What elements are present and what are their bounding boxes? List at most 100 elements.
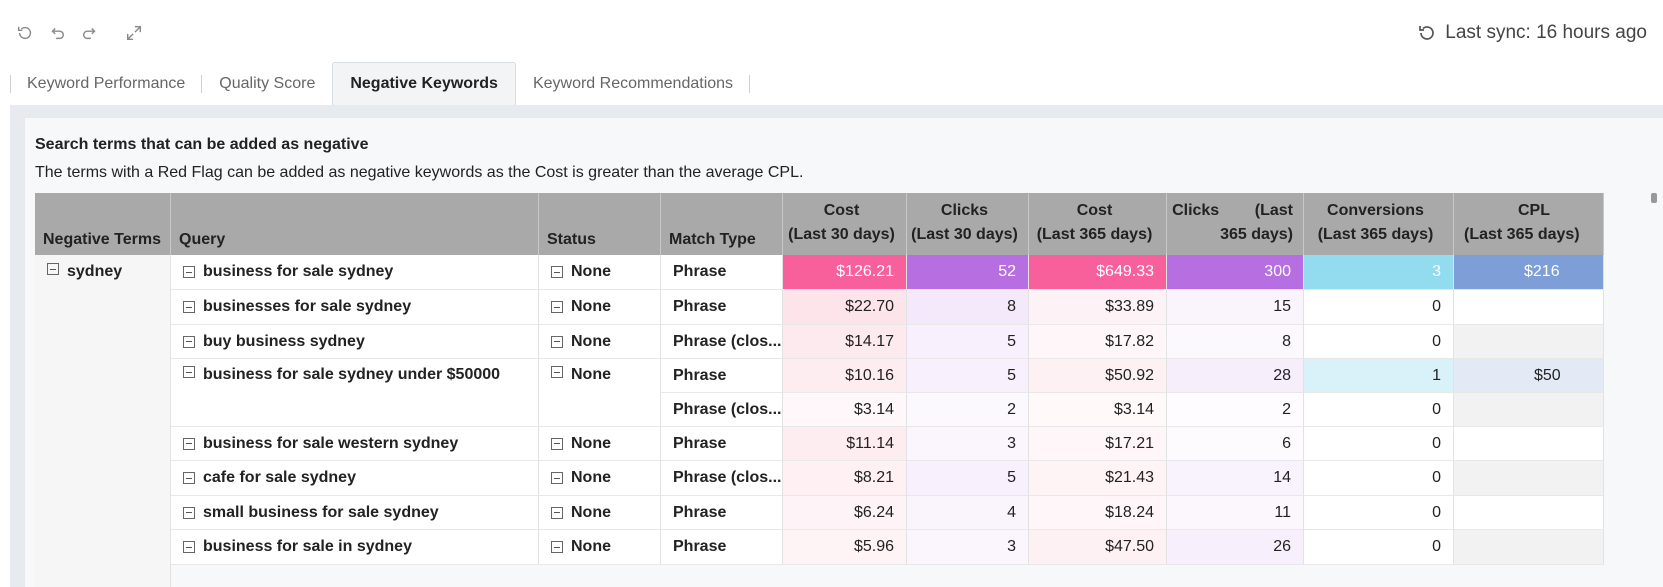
cell-status[interactable] <box>539 393 661 427</box>
tab-keyword-recommendations[interactable]: Keyword Recommendations <box>516 62 751 105</box>
cell-clicks30: 2 <box>907 393 1029 427</box>
cost30-value: $8.21 <box>853 469 894 486</box>
cell-match[interactable]: Phrase <box>661 496 783 530</box>
cell-query[interactable]: small business for sale sydney <box>171 496 539 530</box>
clicks30-value: 5 <box>1007 469 1016 486</box>
collapse-icon[interactable] <box>551 506 563 519</box>
header-cost-365[interactable]: Cost (Last 365 days) <box>1029 193 1167 255</box>
cell-match[interactable]: Phrase (clos... <box>661 461 783 496</box>
collapse-icon[interactable] <box>551 541 563 553</box>
negative-term-group[interactable]: sydney <box>35 255 171 587</box>
collapse-icon[interactable] <box>183 472 195 484</box>
undo-icon[interactable] <box>46 22 68 44</box>
status-value: None <box>571 503 611 521</box>
collapse-icon[interactable] <box>183 335 195 348</box>
collapse-icon[interactable] <box>551 335 563 348</box>
header-negative-terms[interactable]: Negative Terms <box>35 193 171 255</box>
cell-match[interactable]: Phrase <box>661 290 783 325</box>
header-cpl-365[interactable]: CPL (Last 365 days) <box>1454 193 1604 255</box>
expand-icon[interactable] <box>123 22 145 44</box>
cost30-value: $10.16 <box>845 366 894 384</box>
tab-label: Keyword Recommendations <box>532 74 734 92</box>
header-label: Negative Terms <box>43 231 161 248</box>
header-label: (Last 30 days) <box>911 226 1018 243</box>
header-label: (Last 365 days) <box>1464 226 1580 243</box>
cell-clicks30: 52 <box>907 255 1029 290</box>
collapse-icon[interactable] <box>551 301 563 313</box>
clicks30-value: 4 <box>1007 503 1016 521</box>
cell-status[interactable]: None <box>539 359 661 393</box>
collapse-icon[interactable] <box>183 266 195 278</box>
collapse-icon[interactable] <box>47 263 59 275</box>
match-value: Phrase <box>673 366 727 384</box>
header-cost-30[interactable]: Cost (Last 30 days) <box>783 193 907 255</box>
header-clicks-365[interactable]: Clicks (Last 365 days) <box>1167 193 1304 255</box>
collapse-icon[interactable] <box>551 266 563 278</box>
conv-value: 0 <box>1432 400 1441 418</box>
header-clicks-30[interactable]: Clicks (Last 30 days) <box>907 193 1029 255</box>
cell-clicks365: 300 <box>1167 255 1304 290</box>
cell-cost365: $21.43 <box>1029 461 1167 496</box>
horizontal-scrollbar[interactable] <box>1651 193 1657 203</box>
cell-cpl <box>1454 530 1604 565</box>
query-value: small business for sale sydney <box>203 503 439 521</box>
tab-label: Quality Score <box>219 74 316 92</box>
cell-status[interactable]: None <box>539 461 661 496</box>
cell-cost365: $33.89 <box>1029 290 1167 325</box>
negative-term-label: sydney <box>67 263 123 280</box>
cell-cpl: $50 <box>1454 359 1604 393</box>
clicks365-value: 8 <box>1282 332 1291 350</box>
cell-status[interactable]: None <box>539 325 661 359</box>
cell-match[interactable]: Phrase (clos... <box>661 393 783 427</box>
collapse-icon[interactable] <box>551 366 563 378</box>
cell-query[interactable]: buy business sydney <box>171 325 539 359</box>
cell-clicks30: 3 <box>907 427 1029 461</box>
cell-query[interactable]: business for sale sydney <box>171 255 539 290</box>
header-label: Clicks (Last <box>1172 202 1293 219</box>
cell-query[interactable]: cafe for sale sydney <box>171 461 539 496</box>
redo-icon[interactable] <box>79 22 101 44</box>
sync-icon[interactable] <box>1417 23 1437 43</box>
collapse-icon[interactable] <box>183 437 195 450</box>
refresh-icon[interactable] <box>14 22 36 44</box>
cell-query[interactable]: businesses for sale sydney <box>171 290 539 325</box>
cell-match[interactable]: Phrase <box>661 427 783 461</box>
cell-cpl <box>1454 290 1604 325</box>
cell-match[interactable]: Phrase (clos... <box>661 325 783 359</box>
collapse-icon[interactable] <box>551 472 563 484</box>
clicks30-value: 52 <box>998 263 1016 280</box>
cell-status[interactable]: None <box>539 290 661 325</box>
cell-status[interactable]: None <box>539 496 661 530</box>
collapse-icon[interactable] <box>183 541 195 553</box>
collapse-icon[interactable] <box>183 366 195 378</box>
cell-cpl: $216 <box>1454 255 1604 290</box>
header-status[interactable]: Status <box>539 193 661 255</box>
cell-match[interactable]: Phrase <box>661 530 783 565</box>
tab-quality-score[interactable]: Quality Score <box>202 62 332 105</box>
query-value: cafe for sale sydney <box>203 469 356 486</box>
cell-query[interactable]: business for sale western sydney <box>171 427 539 461</box>
cell-match[interactable]: Phrase <box>661 359 783 393</box>
header-conversions-365[interactable]: Conversions (Last 365 days) <box>1304 193 1454 255</box>
cell-status[interactable]: None <box>539 255 661 290</box>
cell-query[interactable] <box>171 393 539 427</box>
cost30-value: $14.17 <box>845 332 894 350</box>
header-label: Query <box>179 231 226 248</box>
collapse-icon[interactable] <box>183 506 195 519</box>
cost365-value: $17.21 <box>1105 434 1154 452</box>
tab-keyword-performance[interactable]: Keyword Performance <box>10 62 203 105</box>
collapse-icon[interactable] <box>183 301 195 313</box>
collapse-icon[interactable] <box>551 437 563 450</box>
cell-status[interactable]: None <box>539 530 661 565</box>
cell-query[interactable]: business for sale in sydney <box>171 530 539 565</box>
clicks30-value: 5 <box>1007 366 1016 384</box>
cell-match[interactable]: Phrase <box>661 255 783 290</box>
header-query[interactable]: Query <box>171 193 539 255</box>
match-value: Phrase <box>673 263 727 280</box>
tab-negative-keywords[interactable]: Negative Keywords <box>332 62 516 105</box>
cell-cost365: $50.92 <box>1029 359 1167 393</box>
cost30-value: $22.70 <box>845 298 894 315</box>
cell-query[interactable]: business for sale sydney under $50000 <box>171 359 539 393</box>
header-match-type[interactable]: Match Type <box>661 193 783 255</box>
cell-status[interactable]: None <box>539 427 661 461</box>
